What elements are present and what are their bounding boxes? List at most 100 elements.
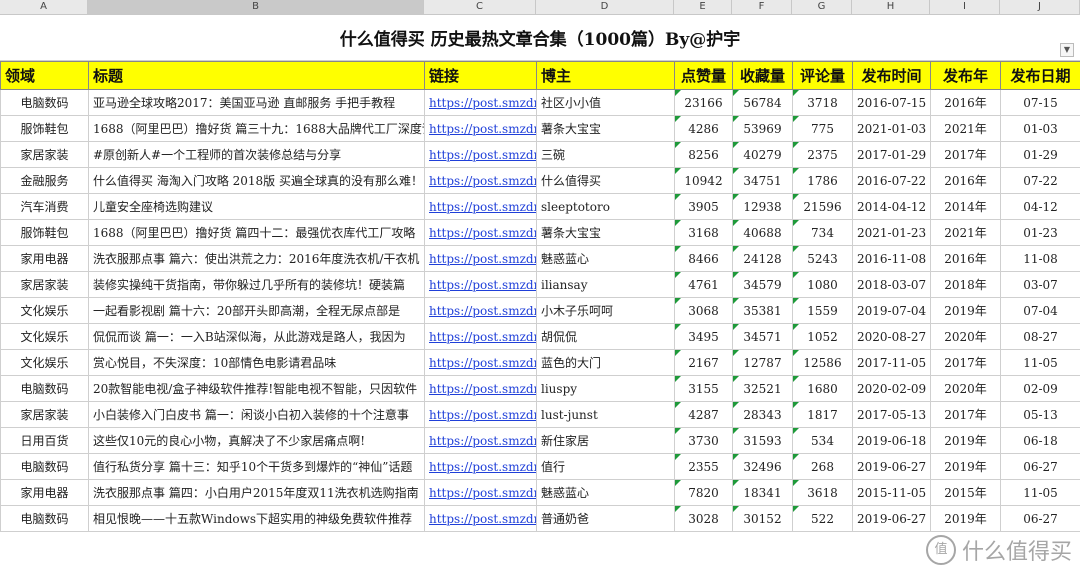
table-row[interactable]: 家用电器 洗衣服那点事 篇四：小白用户2015年度双11洗衣机选购指南 https:…	[0, 479, 1080, 506]
table-cell[interactable]: 11-05	[1000, 349, 1080, 376]
table-cell[interactable]: 4287	[674, 401, 733, 428]
table-cell[interactable]: 汽车消费	[0, 193, 89, 220]
column-letter-a[interactable]: A	[0, 0, 88, 14]
table-cell[interactable]: 2167	[674, 349, 733, 376]
table-cell[interactable]: 07-04	[1000, 297, 1080, 324]
table-cell[interactable]: 2375	[792, 141, 853, 168]
link-cell[interactable]: https://post.smzdm.com	[424, 427, 537, 454]
table-cell[interactable]: 3068	[674, 297, 733, 324]
table-cell[interactable]: 1052	[792, 323, 853, 350]
column-letter-h[interactable]: H	[852, 0, 930, 14]
table-cell[interactable]: 洗衣服那点事 篇四：小白用户2015年度双11洗衣机选购指南	[88, 479, 425, 506]
table-cell[interactable]: 18341	[732, 479, 793, 506]
table-cell[interactable]: 2019年	[930, 453, 1001, 480]
table-cell[interactable]: 8256	[674, 141, 733, 168]
table-cell[interactable]: 文化娱乐	[0, 349, 89, 376]
table-cell[interactable]: 2021年	[930, 115, 1001, 142]
table-cell[interactable]: 三碗	[536, 141, 675, 168]
table-cell[interactable]: 2016-07-22	[852, 167, 931, 194]
link-cell[interactable]: https://post.smzdm.com	[424, 505, 537, 532]
table-cell[interactable]: 08-27	[1000, 323, 1080, 350]
table-cell[interactable]: 1688（阿里巴巴）撸好货 篇三十九：1688大品牌代工厂深度评测	[88, 115, 425, 142]
table-cell[interactable]: 40688	[732, 219, 793, 246]
table-cell[interactable]: 07-22	[1000, 167, 1080, 194]
link-cell[interactable]: https://post.smzdm.com	[424, 219, 537, 246]
table-cell[interactable]: 一起看影视剧 篇十六：20部开头即高潮，全程无尿点部是	[88, 297, 425, 324]
table-cell[interactable]: 34571	[732, 323, 793, 350]
table-row[interactable]: 文化娱乐 赏心悦目，不失深度：10部情色电影请君品味 https://post.sm…	[0, 349, 1080, 376]
table-cell[interactable]: 04-12	[1000, 193, 1080, 220]
table-cell[interactable]: 2019-07-04	[852, 297, 931, 324]
table-cell[interactable]: 24128	[732, 245, 793, 272]
table-cell[interactable]: 2019-06-27	[852, 505, 931, 532]
table-cell[interactable]: 2020-02-09	[852, 375, 931, 402]
table-cell[interactable]: 2014-04-12	[852, 193, 931, 220]
table-cell[interactable]: 4286	[674, 115, 733, 142]
link-cell[interactable]: https://post.smzdm.com	[424, 141, 537, 168]
table-cell[interactable]: 01-03	[1000, 115, 1080, 142]
table-cell[interactable]: 蓝色的大门	[536, 349, 675, 376]
table-cell[interactable]: 3495	[674, 323, 733, 350]
table-cell[interactable]: 服饰鞋包	[0, 219, 89, 246]
table-cell[interactable]: 新住家居	[536, 427, 675, 454]
table-cell[interactable]: 2019年	[930, 505, 1001, 532]
link-cell[interactable]: https://post.smzdm.com	[424, 167, 537, 194]
table-cell[interactable]: 2016-11-08	[852, 245, 931, 272]
table-row[interactable]: 文化娱乐 侃侃而谈 篇一：一入B站深似海，从此游戏是路人，我因为 https://p…	[0, 323, 1080, 350]
column-header[interactable]: 点赞量	[674, 61, 733, 90]
table-cell[interactable]: 电脑数码	[0, 89, 89, 116]
table-cell[interactable]: 10942	[674, 167, 733, 194]
table-cell[interactable]: 32496	[732, 453, 793, 480]
link-cell[interactable]: https://post.smzdm.com	[424, 349, 537, 376]
link-cell[interactable]: https://post.smzdm.com	[424, 375, 537, 402]
table-cell[interactable]: 值行私货分享 篇十三：知乎10个干货多到爆炸的“神仙”话题	[88, 453, 425, 480]
table-row[interactable]: 金融服务 什么值得买 海淘入门攻略 2018版 买遍全球真的没有那么难！ https…	[0, 167, 1080, 194]
column-letter-f[interactable]: F	[732, 0, 792, 14]
link-cell[interactable]: https://post.smzdm.com	[424, 401, 537, 428]
table-cell[interactable]: 40279	[732, 141, 793, 168]
table-cell[interactable]: 2016年	[930, 245, 1001, 272]
table-cell[interactable]: 2017-11-05	[852, 349, 931, 376]
link-cell[interactable]: https://post.smzdm.com	[424, 193, 537, 220]
table-cell[interactable]: 2017年	[930, 401, 1001, 428]
link-cell[interactable]: https://post.smzdm.com	[424, 271, 537, 298]
table-cell[interactable]: 赏心悦目，不失深度：10部情色电影请君品味	[88, 349, 425, 376]
table-cell[interactable]: 05-13	[1000, 401, 1080, 428]
link-cell[interactable]: https://post.smzdm.com	[424, 297, 537, 324]
table-cell[interactable]: 2015-11-05	[852, 479, 931, 506]
table-row[interactable]: 家居家装 小白装修入门白皮书 篇一：闲谈小白初入装修的十个注意事 https://p…	[0, 401, 1080, 428]
table-cell[interactable]: 23166	[674, 89, 733, 116]
link-cell[interactable]: https://post.smzdm.com	[424, 89, 537, 116]
link-cell[interactable]: https://post.smzdm.com	[424, 453, 537, 480]
table-cell[interactable]: 日用百货	[0, 427, 89, 454]
table-cell[interactable]: 53969	[732, 115, 793, 142]
table-cell[interactable]: 金融服务	[0, 167, 89, 194]
table-cell[interactable]: 2021-01-23	[852, 219, 931, 246]
table-cell[interactable]: 21596	[792, 193, 853, 220]
table-cell[interactable]: 31593	[732, 427, 793, 454]
table-cell[interactable]: 2021-01-03	[852, 115, 931, 142]
column-letter-i[interactable]: I	[930, 0, 1000, 14]
table-cell[interactable]: 12586	[792, 349, 853, 376]
table-row[interactable]: 日用百货 这些仅10元的良心小物，真解决了不少家居痛点啊! https://post…	[0, 427, 1080, 454]
table-cell[interactable]: 亚马逊全球攻略2017：美国亚马逊 直邮服务 手把手教程	[88, 89, 425, 116]
table-cell[interactable]: 2020年	[930, 323, 1001, 350]
table-cell[interactable]: 01-23	[1000, 219, 1080, 246]
table-row[interactable]: 文化娱乐 一起看影视剧 篇十六：20部开头即高潮，全程无尿点部是 https://p…	[0, 297, 1080, 324]
table-cell[interactable]: 3155	[674, 375, 733, 402]
table-row[interactable]: 电脑数码 相见恨晚——十五款Windows下超实用的神级免费软件推荐 https:/…	[0, 505, 1080, 532]
table-cell[interactable]: 12938	[732, 193, 793, 220]
table-cell[interactable]: 3905	[674, 193, 733, 220]
table-cell[interactable]: 什么值得买 海淘入门攻略 2018版 买遍全球真的没有那么难！	[88, 167, 425, 194]
table-cell[interactable]: 34579	[732, 271, 793, 298]
table-cell[interactable]: 社区小小值	[536, 89, 675, 116]
table-cell[interactable]: 20款智能电视/盒子神级软件推荐!智能电视不智能，只因软件	[88, 375, 425, 402]
table-cell[interactable]: 2021年	[930, 219, 1001, 246]
column-header[interactable]: 链接	[424, 61, 537, 90]
table-cell[interactable]: 2017-01-29	[852, 141, 931, 168]
table-cell[interactable]: 534	[792, 427, 853, 454]
table-cell[interactable]: 2020年	[930, 375, 1001, 402]
table-cell[interactable]: 11-08	[1000, 245, 1080, 272]
table-cell[interactable]: 家居家装	[0, 141, 89, 168]
table-cell[interactable]: liuspy	[536, 375, 675, 402]
